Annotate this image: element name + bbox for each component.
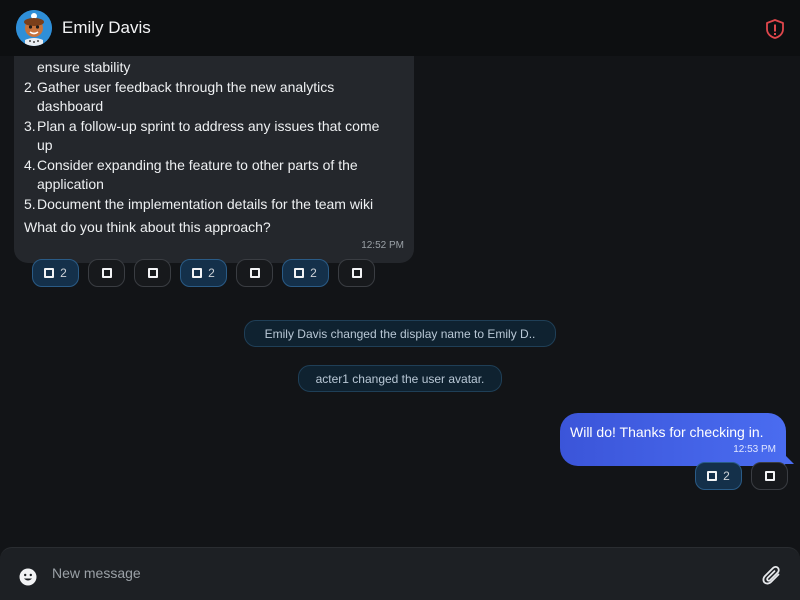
avatar-cartoon-icon[interactable] xyxy=(16,10,52,46)
reaction-icon xyxy=(249,268,260,278)
reaction-icon xyxy=(147,268,158,278)
outgoing-reactions: 2 xyxy=(695,462,788,490)
list-item: application xyxy=(37,176,104,192)
chat-header: Emily Davis xyxy=(0,0,800,56)
reaction-chip[interactable] xyxy=(134,259,171,287)
reaction-icon xyxy=(101,268,112,278)
reaction-icon xyxy=(351,268,362,278)
outgoing-message-bubble[interactable]: Will do! Thanks for checking in. 12:53 P… xyxy=(560,413,786,466)
system-event-display-name: Emily Davis changed the display name to … xyxy=(244,320,556,347)
reaction-chip[interactable]: 2 xyxy=(695,462,742,490)
chat-timeline: ensure stability 2. Gather user feedback … xyxy=(0,0,800,547)
list-item: 3. Plan a follow-up sprint to address any… xyxy=(24,117,380,134)
paperclip-icon[interactable] xyxy=(760,564,784,588)
reaction-chip[interactable]: 2 xyxy=(32,259,79,287)
incoming-reactions: 2 2 2 xyxy=(32,259,375,287)
system-event-avatar: acter1 changed the user avatar. xyxy=(298,365,502,392)
message-input[interactable] xyxy=(52,560,732,586)
list-item: 2. Gather user feedback through the new a… xyxy=(24,78,335,95)
reaction-icon xyxy=(192,268,203,278)
incoming-message-bubble[interactable]: ensure stability 2. Gather user feedback … xyxy=(14,30,414,263)
shield-alert-icon[interactable] xyxy=(764,18,786,40)
reaction-chip[interactable] xyxy=(751,462,788,490)
outgoing-message-text: Will do! Thanks for checking in. xyxy=(570,424,764,440)
emoji-icon[interactable] xyxy=(19,568,37,586)
list-item: 5. Document the implementation details fo… xyxy=(24,195,374,212)
reaction-icon xyxy=(707,471,718,481)
reaction-chip[interactable] xyxy=(338,259,375,287)
reaction-chip[interactable]: 2 xyxy=(282,259,329,287)
reaction-icon xyxy=(764,471,775,481)
message-timestamp: 12:53 PM xyxy=(733,444,776,455)
list-item: dashboard xyxy=(37,98,104,114)
message-list: ensure stability 2. Gather user feedback … xyxy=(24,58,408,214)
reaction-chip[interactable] xyxy=(236,259,273,287)
message-timestamp: 12:52 PM xyxy=(361,240,404,251)
list-item: up xyxy=(37,137,53,153)
message-composer xyxy=(0,547,800,600)
reaction-chip[interactable]: 2 xyxy=(180,259,227,287)
message-question: What do you think about this approach? xyxy=(24,219,271,235)
list-item: ensure stability xyxy=(37,59,131,75)
contact-name[interactable]: Emily Davis xyxy=(62,18,151,38)
reaction-icon xyxy=(44,268,55,278)
reaction-chip[interactable] xyxy=(88,259,125,287)
list-item: 4. Consider expanding the feature to othe… xyxy=(24,156,358,173)
reaction-icon xyxy=(294,268,305,278)
